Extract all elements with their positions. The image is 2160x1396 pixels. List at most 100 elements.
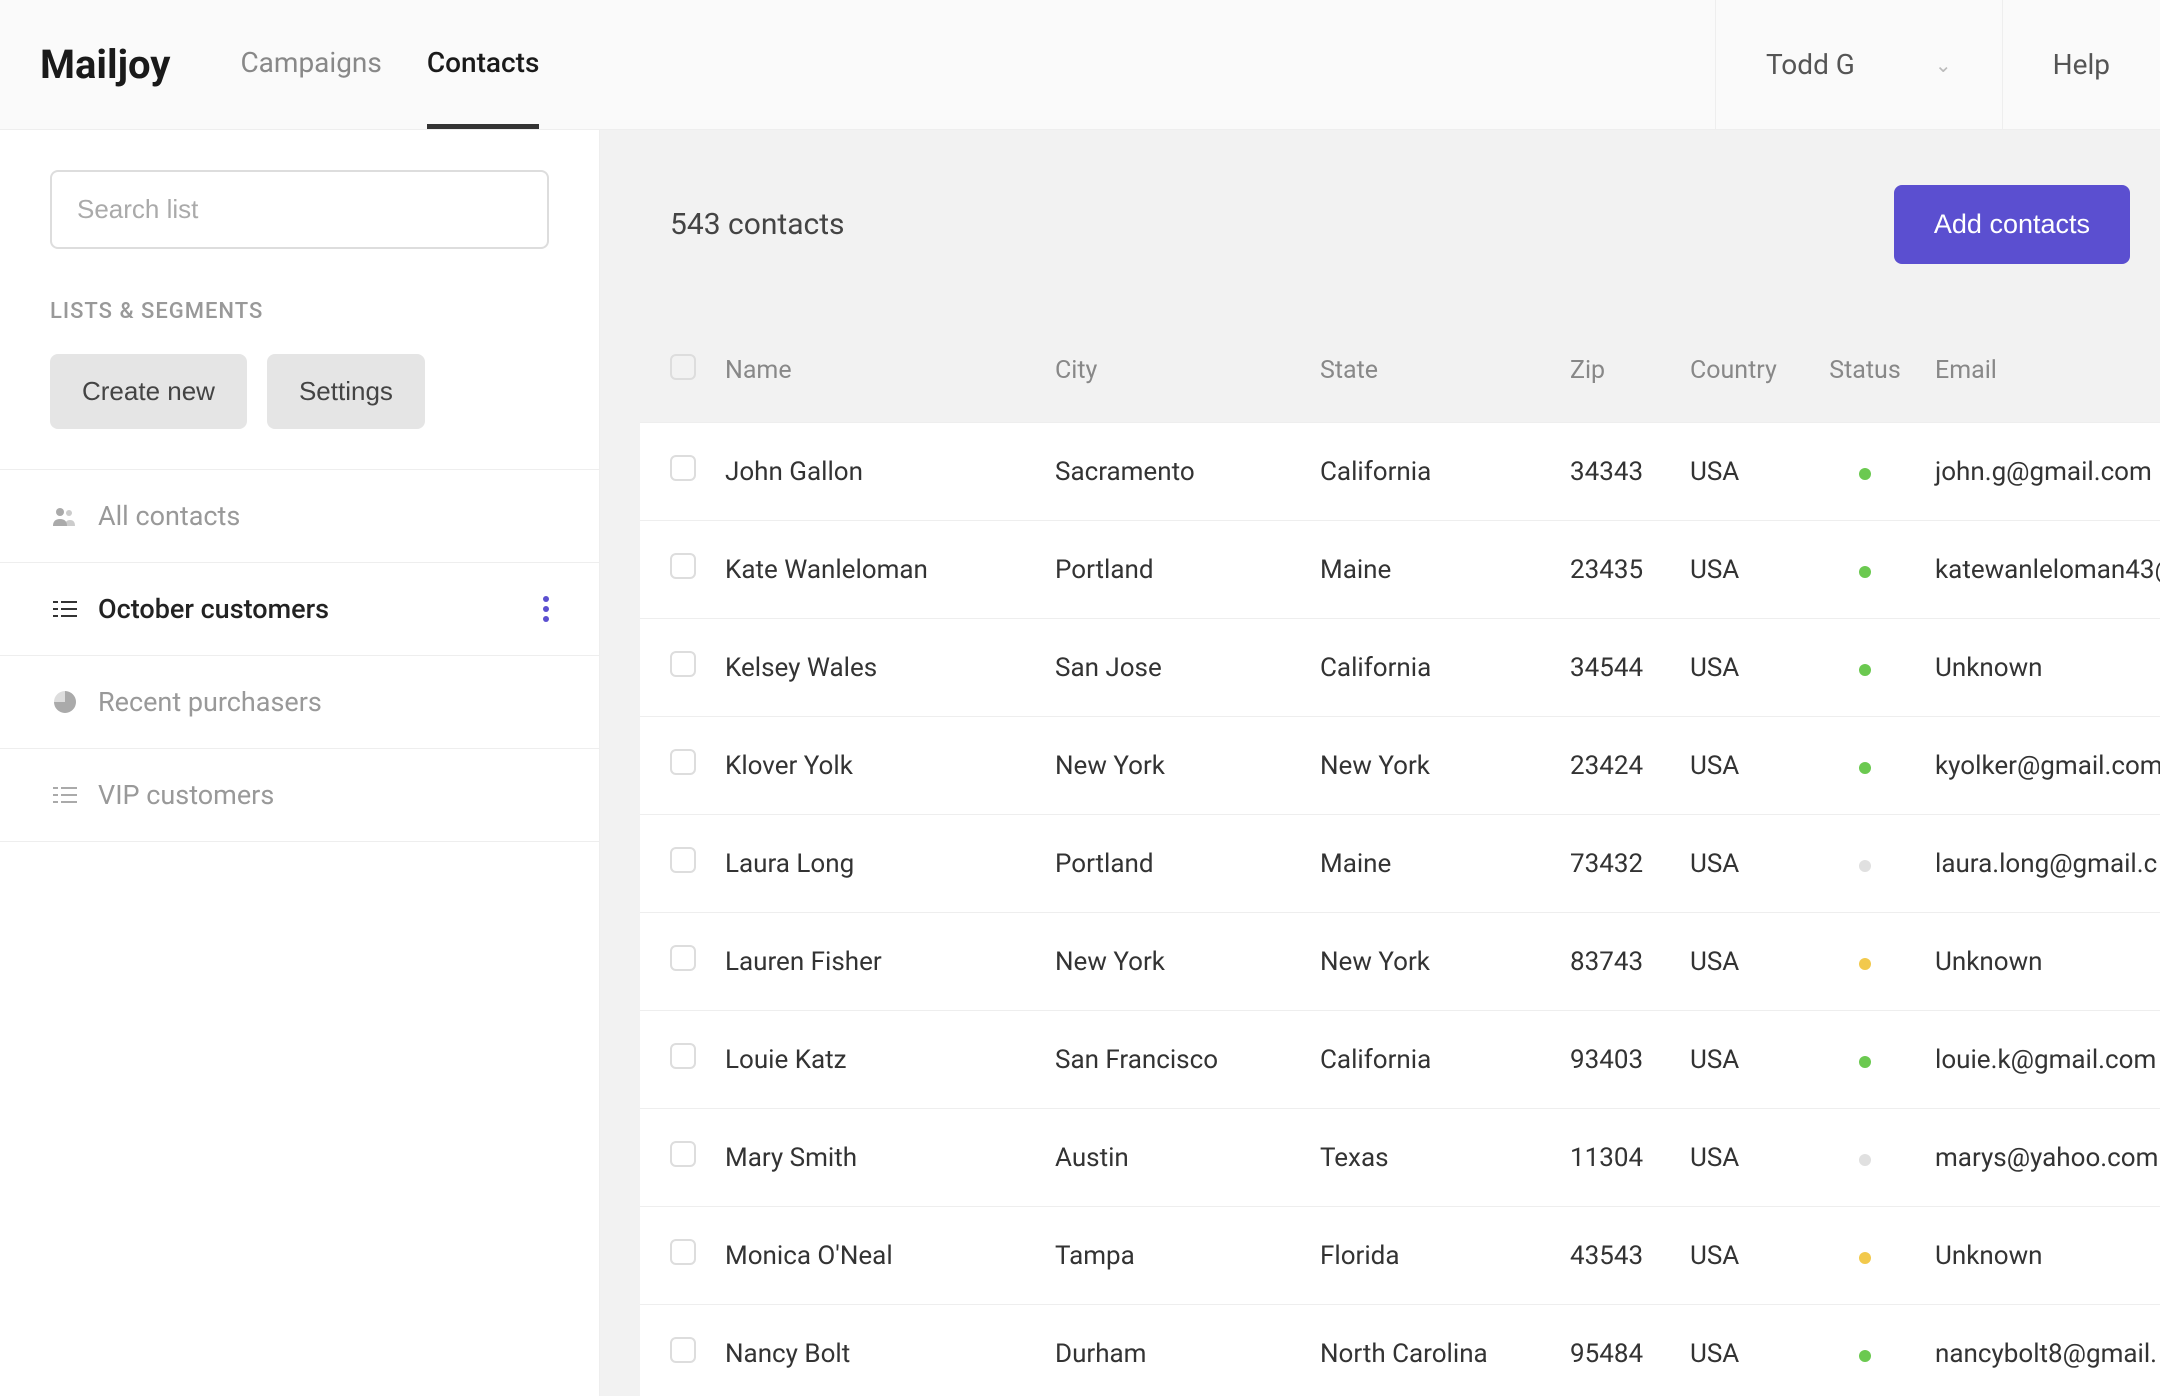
status-dot-icon: [1859, 860, 1871, 872]
cell-city: Durham: [1040, 1305, 1305, 1396]
table-row[interactable]: Mary SmithAustinTexas11304USAmarys@yahoo…: [640, 1109, 2160, 1207]
cell-email: Unknown: [1920, 619, 2160, 717]
chevron-down-icon: ⌄: [1935, 53, 1952, 77]
row-checkbox[interactable]: [670, 1043, 696, 1069]
row-checkbox[interactable]: [670, 553, 696, 579]
cell-status: [1810, 619, 1920, 717]
select-all-checkbox[interactable]: [670, 354, 696, 380]
lists-section-label: LISTS & SEGMENTS: [50, 299, 549, 324]
cell-name: Kate Wanleloman: [710, 521, 1040, 619]
table-row[interactable]: Klover YolkNew YorkNew York23424USAkyolk…: [640, 717, 2160, 815]
cell-country: USA: [1675, 1109, 1810, 1207]
contacts-table: Name City State Zip Country Status Email…: [640, 319, 2160, 1396]
search-list-input[interactable]: [50, 170, 549, 249]
cell-country: USA: [1675, 1011, 1810, 1109]
sidebar-list-item[interactable]: All contacts: [0, 470, 599, 563]
cell-email: laura.long@gmail.c: [1920, 815, 2160, 913]
cell-city: Sacramento: [1040, 423, 1305, 521]
cell-state: Maine: [1305, 521, 1555, 619]
main-panel: 543 contacts Add contacts Name City Stat…: [600, 130, 2160, 1396]
row-checkbox[interactable]: [670, 1239, 696, 1265]
column-header-country[interactable]: Country: [1675, 319, 1810, 423]
cell-state: Florida: [1305, 1207, 1555, 1305]
cell-zip: 83743: [1555, 913, 1675, 1011]
cell-status: [1810, 1305, 1920, 1396]
add-contacts-button[interactable]: Add contacts: [1894, 185, 2130, 264]
cell-country: USA: [1675, 717, 1810, 815]
cell-city: Austin: [1040, 1109, 1305, 1207]
table-row[interactable]: Lauren FisherNew YorkNew York83743USAUnk…: [640, 913, 2160, 1011]
cell-city: Portland: [1040, 815, 1305, 913]
cell-zip: 93403: [1555, 1011, 1675, 1109]
row-checkbox[interactable]: [670, 455, 696, 481]
column-header-email[interactable]: Email: [1920, 319, 2160, 423]
cell-state: California: [1305, 619, 1555, 717]
primary-nav: Campaigns Contacts: [240, 0, 539, 129]
cell-name: Kelsey Wales: [710, 619, 1040, 717]
cell-zip: 34544: [1555, 619, 1675, 717]
row-checkbox[interactable]: [670, 1337, 696, 1363]
sidebar-list-label: Recent purchasers: [98, 686, 322, 718]
cell-city: New York: [1040, 717, 1305, 815]
table-row[interactable]: Louie KatzSan FranciscoCalifornia93403US…: [640, 1011, 2160, 1109]
sidebar-list-item[interactable]: October customers: [0, 563, 599, 656]
cell-email: Unknown: [1920, 913, 2160, 1011]
row-checkbox[interactable]: [670, 1141, 696, 1167]
column-header-zip[interactable]: Zip: [1555, 319, 1675, 423]
people-icon: [50, 506, 80, 526]
cell-name: Laura Long: [710, 815, 1040, 913]
user-name: Todd G: [1766, 48, 1855, 81]
sidebar-list-item[interactable]: VIP customers: [0, 749, 599, 842]
cell-status: [1810, 521, 1920, 619]
nav-contacts[interactable]: Contacts: [427, 0, 540, 129]
cell-country: USA: [1675, 423, 1810, 521]
cell-email: katewanleloman43@: [1920, 521, 2160, 619]
sidebar-list-label: All contacts: [98, 500, 240, 532]
sidebar-list-item[interactable]: Recent purchasers: [0, 656, 599, 749]
column-header-city[interactable]: City: [1040, 319, 1305, 423]
nav-campaigns[interactable]: Campaigns: [240, 0, 381, 129]
create-new-button[interactable]: Create new: [50, 354, 247, 429]
more-options-icon[interactable]: [543, 596, 549, 622]
table-row[interactable]: Kate WanlelomanPortlandMaine23435USAkate…: [640, 521, 2160, 619]
user-dropdown[interactable]: Todd G ⌄: [1715, 0, 2002, 129]
cell-status: [1810, 1207, 1920, 1305]
status-dot-icon: [1859, 1056, 1871, 1068]
cell-state: New York: [1305, 717, 1555, 815]
help-link[interactable]: Help: [2002, 0, 2160, 129]
cell-name: Klover Yolk: [710, 717, 1040, 815]
cell-zip: 11304: [1555, 1109, 1675, 1207]
cell-name: John Gallon: [710, 423, 1040, 521]
status-dot-icon: [1859, 958, 1871, 970]
cell-city: New York: [1040, 913, 1305, 1011]
table-row[interactable]: Kelsey WalesSan JoseCalifornia34544USAUn…: [640, 619, 2160, 717]
cell-state: Texas: [1305, 1109, 1555, 1207]
row-checkbox[interactable]: [670, 651, 696, 677]
row-checkbox[interactable]: [670, 749, 696, 775]
column-header-name[interactable]: Name: [710, 319, 1040, 423]
cell-zip: 95484: [1555, 1305, 1675, 1396]
contacts-count: 543 contacts: [670, 207, 845, 242]
cell-city: San Jose: [1040, 619, 1305, 717]
header: Mailjoy Campaigns Contacts Todd G ⌄ Help: [0, 0, 2160, 130]
pie-icon: [50, 691, 80, 713]
cell-zip: 23435: [1555, 521, 1675, 619]
cell-email: john.g@gmail.com: [1920, 423, 2160, 521]
cell-zip: 43543: [1555, 1207, 1675, 1305]
table-row[interactable]: Monica O'NealTampaFlorida43543USAUnknown: [640, 1207, 2160, 1305]
settings-button[interactable]: Settings: [267, 354, 425, 429]
table-row[interactable]: Laura LongPortlandMaine73432USAlaura.lon…: [640, 815, 2160, 913]
column-header-state[interactable]: State: [1305, 319, 1555, 423]
cell-zip: 23424: [1555, 717, 1675, 815]
cell-email: nancybolt8@gmail.: [1920, 1305, 2160, 1396]
cell-zip: 73432: [1555, 815, 1675, 913]
logo: Mailjoy: [40, 41, 170, 88]
list-icon: [50, 599, 80, 619]
column-header-status[interactable]: Status: [1810, 319, 1920, 423]
row-checkbox[interactable]: [670, 847, 696, 873]
row-checkbox[interactable]: [670, 945, 696, 971]
table-row[interactable]: Nancy BoltDurhamNorth Carolina95484USAna…: [640, 1305, 2160, 1396]
sidebar-list-label: VIP customers: [98, 779, 274, 811]
cell-status: [1810, 1011, 1920, 1109]
table-row[interactable]: John GallonSacramentoCalifornia34343USAj…: [640, 423, 2160, 521]
